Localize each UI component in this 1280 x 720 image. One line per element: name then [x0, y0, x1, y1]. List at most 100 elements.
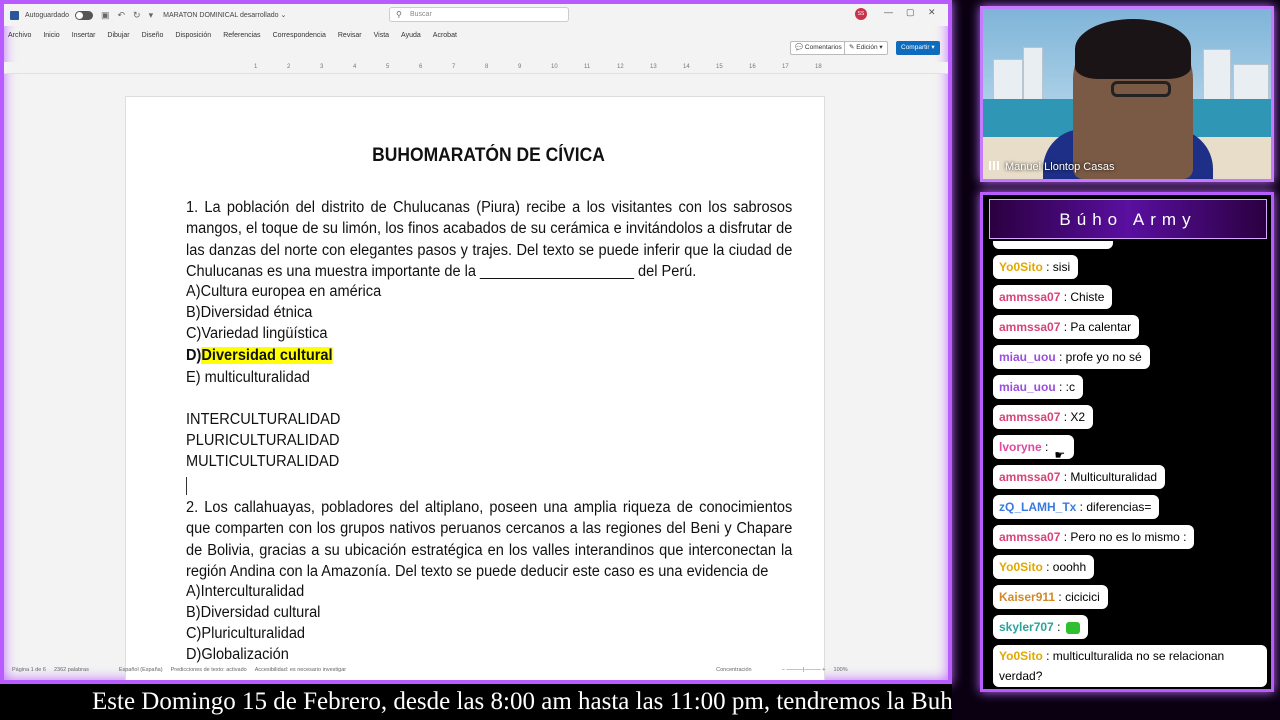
- ruler-mark: 3: [320, 64, 324, 70]
- customize-toolbar-icon[interactable]: ▾: [149, 10, 154, 21]
- search-icon: ⚲: [396, 10, 402, 19]
- chat-message: ammssa07 : Multiculturalidad: [993, 465, 1166, 489]
- chat-username[interactable]: zQ_LAMH_Tx: [999, 500, 1076, 514]
- tab-insertar[interactable]: Insertar: [72, 32, 96, 39]
- minimize-icon[interactable]: —: [884, 7, 893, 17]
- chat-username[interactable]: ammssa07: [999, 530, 1060, 544]
- chat-username[interactable]: miau_uou: [999, 350, 1056, 364]
- chat-text: : cicicici: [1055, 590, 1100, 604]
- avatar[interactable]: SS: [855, 8, 867, 20]
- ruler-mark: 17: [782, 64, 789, 70]
- tab-acrobat[interactable]: Acrobat: [433, 32, 457, 39]
- zoom-level[interactable]: 100%: [834, 667, 848, 673]
- autosave-toggle[interactable]: [74, 10, 93, 20]
- q1-option-b: B)Diversidad étnica: [186, 304, 313, 321]
- page-title: BUHOMARATÓN DE CÍVICA: [372, 145, 605, 166]
- chat-text: : profe yo no sé: [1055, 350, 1142, 364]
- q2-option-b: B)Diversidad cultural: [186, 604, 321, 621]
- ruler-mark: 6: [419, 64, 423, 70]
- search-input[interactable]: ⚲ Buscar: [389, 7, 569, 22]
- ruler-mark: 15: [716, 64, 723, 70]
- cam-person-glasses: [1111, 81, 1171, 97]
- q2-option-c: C)Pluriculturalidad: [186, 625, 306, 642]
- editing-button[interactable]: ✎ Edición ▾: [844, 41, 888, 55]
- ruler-mark: 7: [452, 64, 456, 70]
- tab-disposicion[interactable]: Disposición: [175, 32, 211, 39]
- chat-username[interactable]: ammssa07: [999, 410, 1060, 424]
- ruler[interactable]: 1 2 3 4 5 6 7 8 9 10 11 12 13 14 15 16 17 18: [4, 62, 948, 74]
- chat-username[interactable]: lvoryne: [999, 440, 1042, 454]
- chat-username[interactable]: miau_uou: [999, 380, 1056, 394]
- ruler-mark: 10: [551, 64, 558, 70]
- predictions-indicator[interactable]: Predicciones de texto: activado: [171, 667, 247, 673]
- ruler-mark: 5: [386, 64, 390, 70]
- language-indicator[interactable]: Español (España): [119, 667, 163, 673]
- accessibility-indicator[interactable]: Accesibilidad: es necesario investigar: [255, 667, 346, 673]
- tab-archivo[interactable]: Archivo: [8, 32, 31, 39]
- page-count[interactable]: Página 1 de 6: [12, 667, 46, 673]
- hand-emoji-icon: ☛: [1054, 447, 1066, 462]
- word-app-icon: [10, 10, 19, 20]
- tab-diseno[interactable]: Diseño: [142, 32, 164, 39]
- ruler-mark: 8: [485, 64, 489, 70]
- chat-text: :: [1053, 620, 1061, 634]
- tab-ayuda[interactable]: Ayuda: [401, 32, 421, 39]
- chat-message: miau_uou : :c: [993, 375, 1084, 399]
- focus-mode-button[interactable]: Concentración: [716, 667, 751, 673]
- chat-text: : Pero no es lo mismo :: [1060, 530, 1187, 544]
- zoom-slider[interactable]: − ———|——— +: [782, 667, 826, 673]
- chat-username[interactable]: ammssa07: [999, 290, 1060, 304]
- word-count[interactable]: 2362 palabras: [54, 667, 89, 673]
- cam-building: [1023, 47, 1043, 104]
- tab-referencias[interactable]: Referencias: [223, 32, 260, 39]
- chat-username[interactable]: ammssa07: [999, 470, 1060, 484]
- chat-message: zQ_LAMH_Tx : diferencias=: [993, 495, 1160, 519]
- undo-icon[interactable]: ↶: [118, 10, 126, 21]
- redo-icon[interactable]: ↻: [133, 10, 141, 21]
- chat-username[interactable]: skyler707: [999, 620, 1054, 634]
- close-icon[interactable]: ✕: [928, 7, 936, 18]
- chat-username[interactable]: Kaiser911: [999, 590, 1055, 604]
- tab-correspondencia[interactable]: Correspondencia: [273, 32, 326, 39]
- chat-text: : Pa calentar: [1060, 320, 1132, 334]
- text-cursor: [186, 477, 187, 495]
- chat-username[interactable]: Yo0Sito: [999, 649, 1043, 663]
- tab-vista[interactable]: Vista: [374, 32, 389, 39]
- green-emoji-icon: [1066, 621, 1081, 634]
- chat-text: : diferencias=: [1076, 500, 1152, 514]
- chat-username[interactable]: Yo0Sito: [999, 260, 1043, 274]
- share-button[interactable]: Compartir ▾: [896, 41, 940, 55]
- document-page[interactable]: BUHOMARATÓN DE CÍVICA 1. La población de…: [125, 96, 825, 680]
- chat-message: ammssa07 : Pa calentar: [993, 315, 1140, 339]
- announcement-ticker: Este Domingo 15 de Febrero, desde las 8:…: [0, 684, 952, 720]
- ruler-mark: 2: [287, 64, 291, 70]
- chat-text: : Chiste: [1060, 290, 1105, 304]
- tab-dibujar[interactable]: Dibujar: [107, 32, 129, 39]
- chat-message: lvoryne : ☛: [993, 435, 1075, 462]
- cam-building: [1203, 49, 1231, 104]
- chevron-down-icon[interactable]: ⌄: [281, 11, 287, 19]
- q1-option-d: D)Diversidad cultural: [186, 347, 333, 364]
- ruler-mark: 16: [749, 64, 756, 70]
- signal-icon: [989, 161, 1001, 170]
- chat-title: Búho Army: [989, 199, 1267, 239]
- save-icon[interactable]: ▣: [101, 10, 110, 21]
- chat-text: : :c: [1055, 380, 1076, 394]
- cam-person-hair: [1075, 19, 1191, 79]
- search-placeholder: Buscar: [410, 11, 432, 18]
- chat-username[interactable]: Yo0Sito: [999, 560, 1043, 574]
- chat-message: ammssa07 : Pero no es lo mismo :: [993, 525, 1195, 549]
- q1-option-a: A)Cultura europea en américa: [186, 283, 382, 300]
- tab-revisar[interactable]: Revisar: [338, 32, 362, 39]
- word-window: Autoguardado ▣ ↶ ↻ ▾ MARATON DOMINICAL d…: [0, 0, 952, 684]
- chat-message: ammssa07 : X2: [993, 405, 1094, 429]
- comments-button[interactable]: 💬 Comentarios: [790, 41, 847, 55]
- cam-building: [1233, 64, 1269, 104]
- question-2-text: 2. Los callahuayas, pobladores del altip…: [186, 499, 793, 580]
- chat-username[interactable]: ammssa07: [999, 320, 1060, 334]
- maximize-icon[interactable]: ▢: [906, 7, 915, 18]
- chat-panel: Búho Army Yo0Sito : sisi ammssa07 : Chist…: [980, 192, 1274, 692]
- chat-text: : X2: [1060, 410, 1086, 424]
- document-name[interactable]: MARATON DOMINICAL desarrollado: [163, 12, 278, 19]
- tab-inicio[interactable]: Inicio: [43, 32, 59, 39]
